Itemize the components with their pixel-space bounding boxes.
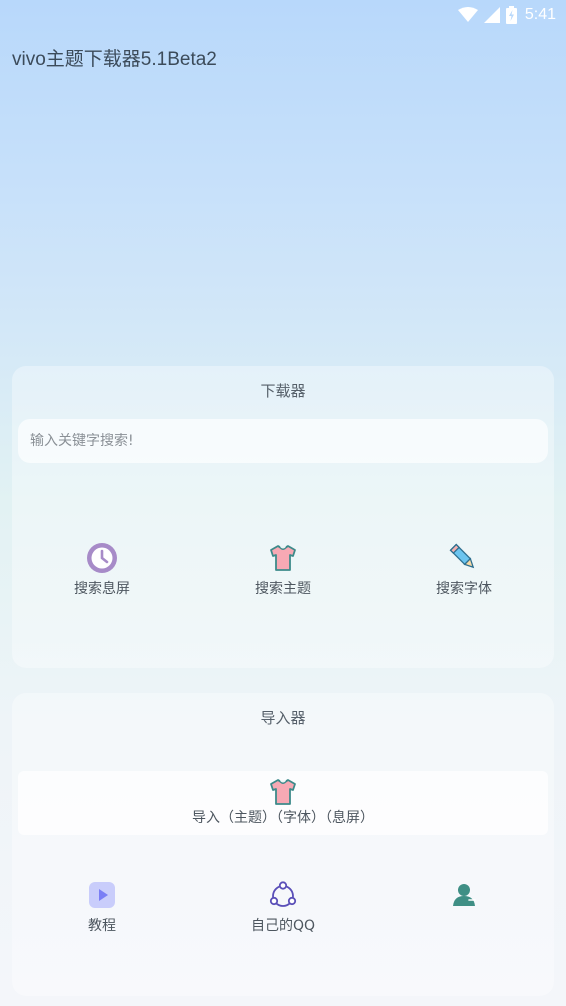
own-qq-button[interactable]: 自己的QQ <box>223 879 343 935</box>
status-bar: 5:41 <box>0 0 566 30</box>
search-theme-button[interactable]: 搜索主题 <box>223 542 343 598</box>
importer-card: 导入器 导入（主题）（字体）（息屏） 教程 自己的QQ <box>12 693 554 996</box>
search-lockscreen-label: 搜索息屏 <box>74 581 130 597</box>
importer-title: 导入器 <box>260 709 306 727</box>
tshirt-icon <box>268 777 298 807</box>
downloader-card: 下载器 搜索息屏 搜索主题 <box>12 366 554 668</box>
tshirt-icon <box>267 542 299 574</box>
search-lockscreen-button[interactable]: 搜索息屏 <box>42 542 162 598</box>
tutorial-label: 教程 <box>88 918 116 934</box>
clock-icon <box>86 542 118 574</box>
import-button[interactable]: 导入（主题）（字体）（息屏） <box>18 771 548 835</box>
app-title: vivo主题下载器5.1Beta2 <box>12 49 217 70</box>
play-icon <box>86 879 118 911</box>
own-qq-label: 自己的QQ <box>250 918 316 934</box>
battery-charging-icon <box>505 6 517 24</box>
signal-icon <box>483 7 500 23</box>
user-button[interactable] <box>404 879 524 915</box>
search-font-label: 搜索字体 <box>436 581 492 597</box>
downloader-title: 下载器 <box>260 382 306 400</box>
user-icon <box>448 879 480 911</box>
search-theme-label: 搜索主题 <box>255 581 311 597</box>
tutorial-button[interactable]: 教程 <box>42 879 162 935</box>
pencil-icon <box>448 542 480 574</box>
wifi-icon <box>457 7 478 23</box>
search-font-button[interactable]: 搜索字体 <box>404 542 524 598</box>
status-time: 5:41 <box>524 6 556 23</box>
search-box[interactable] <box>18 419 548 463</box>
search-input[interactable] <box>30 433 548 449</box>
share-icon <box>267 879 299 911</box>
import-button-label: 导入（主题）（字体）（息屏） <box>192 810 374 826</box>
